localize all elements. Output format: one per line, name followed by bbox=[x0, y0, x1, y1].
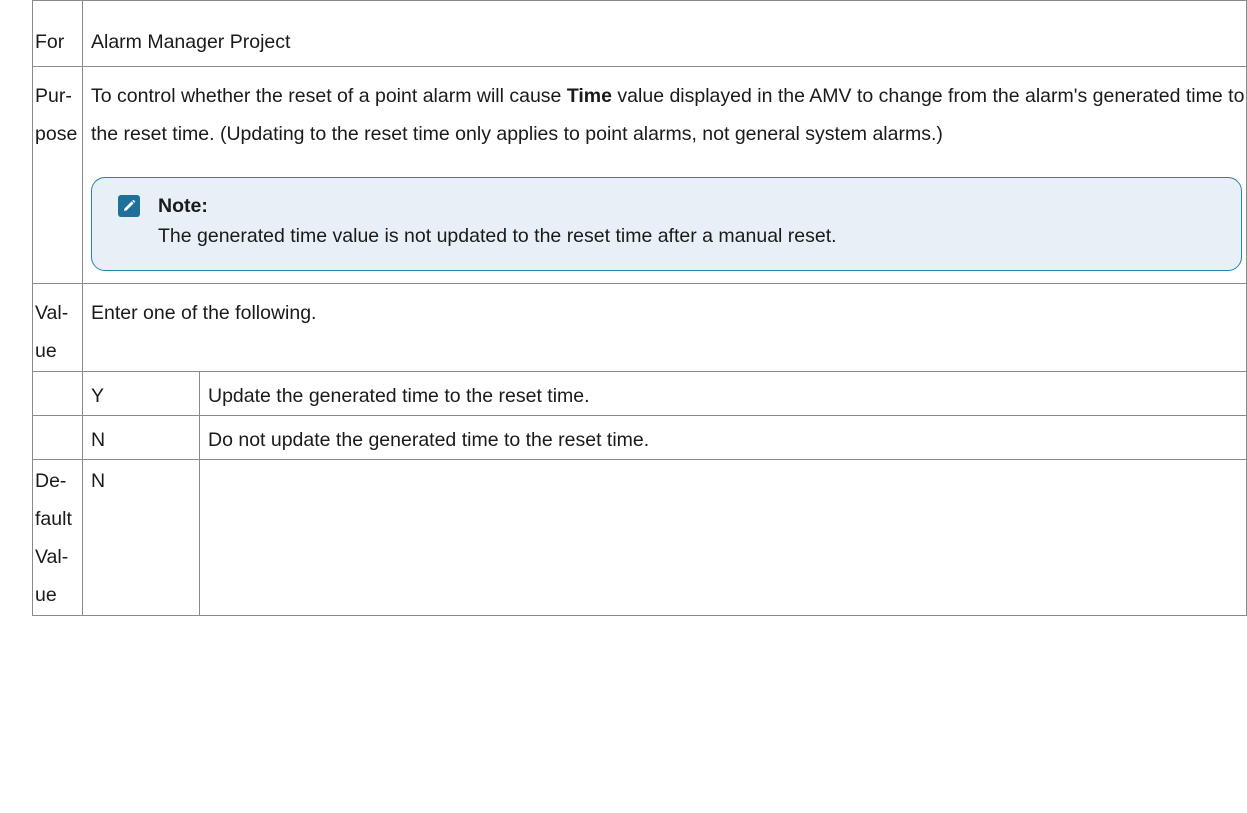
option-code-cell: Y bbox=[82, 371, 200, 416]
purpose-text-before: To control whether the reset of a point … bbox=[91, 85, 567, 107]
default-value-cell: N bbox=[82, 459, 200, 616]
value-content: Enter one of the following. bbox=[82, 283, 1247, 372]
for-value-text: Alarm Manager Project bbox=[91, 31, 291, 53]
pencil-note-icon bbox=[118, 195, 140, 217]
row-purpose: Pur- pose To control whether the reset o… bbox=[32, 66, 1247, 284]
option-empty-cell bbox=[32, 415, 83, 460]
default-label-part1: De- bbox=[35, 470, 67, 492]
purpose-bold-word: Time bbox=[566, 85, 612, 107]
note-header: Note: bbox=[118, 194, 1229, 218]
parameter-table: For Alarm Manager Project Pur- pose To c… bbox=[32, 0, 1247, 616]
purpose-label-part2: pose bbox=[35, 123, 78, 145]
for-value: Alarm Manager Project bbox=[82, 0, 1247, 67]
option-code-cell: N bbox=[82, 415, 200, 460]
default-label-part4: ue bbox=[35, 584, 57, 606]
option-description-cell: Update the generated time to the reset t… bbox=[199, 371, 1247, 416]
row-value: Val- ue Enter one of the following. bbox=[32, 283, 1247, 372]
purpose-content: To control whether the reset of a point … bbox=[82, 66, 1247, 284]
for-label-text: For bbox=[35, 31, 65, 53]
option-description: Update the generated time to the reset t… bbox=[208, 385, 590, 407]
purpose-label: Pur- pose bbox=[32, 66, 83, 284]
default-value: N bbox=[91, 470, 106, 492]
value-label: Val- ue bbox=[32, 283, 83, 372]
value-text: Enter one of the following. bbox=[91, 302, 317, 324]
note-title: Note: bbox=[158, 195, 208, 217]
note-body: The generated time value is not updated … bbox=[158, 225, 837, 247]
value-label-part2: ue bbox=[35, 340, 57, 362]
document-page: For Alarm Manager Project Pur- pose To c… bbox=[0, 0, 1247, 813]
row-default-value: De- fault Val- ue N bbox=[32, 459, 1247, 616]
option-description-cell: Do not update the generated time to the … bbox=[199, 415, 1247, 460]
default-label-part2: fault bbox=[35, 508, 72, 530]
option-empty-cell bbox=[32, 371, 83, 416]
note-box: Note: The generated time value is not up… bbox=[91, 177, 1242, 271]
option-description: Do not update the generated time to the … bbox=[208, 429, 650, 451]
option-code: N bbox=[91, 429, 106, 451]
default-label-part3: Val- bbox=[35, 546, 69, 568]
purpose-text: To control whether the reset of a point … bbox=[91, 77, 1246, 153]
option-code: Y bbox=[91, 385, 105, 407]
value-label-part1: Val- bbox=[35, 302, 69, 324]
purpose-label-part1: Pur- bbox=[35, 85, 72, 107]
option-row-n: N Do not update the generated time to th… bbox=[32, 415, 1247, 460]
option-row-y: Y Update the generated time to the reset… bbox=[32, 371, 1247, 416]
default-empty-cell bbox=[199, 459, 1247, 616]
row-for: For Alarm Manager Project bbox=[32, 0, 1247, 67]
for-label: For bbox=[32, 0, 83, 67]
default-label: De- fault Val- ue bbox=[32, 459, 83, 616]
